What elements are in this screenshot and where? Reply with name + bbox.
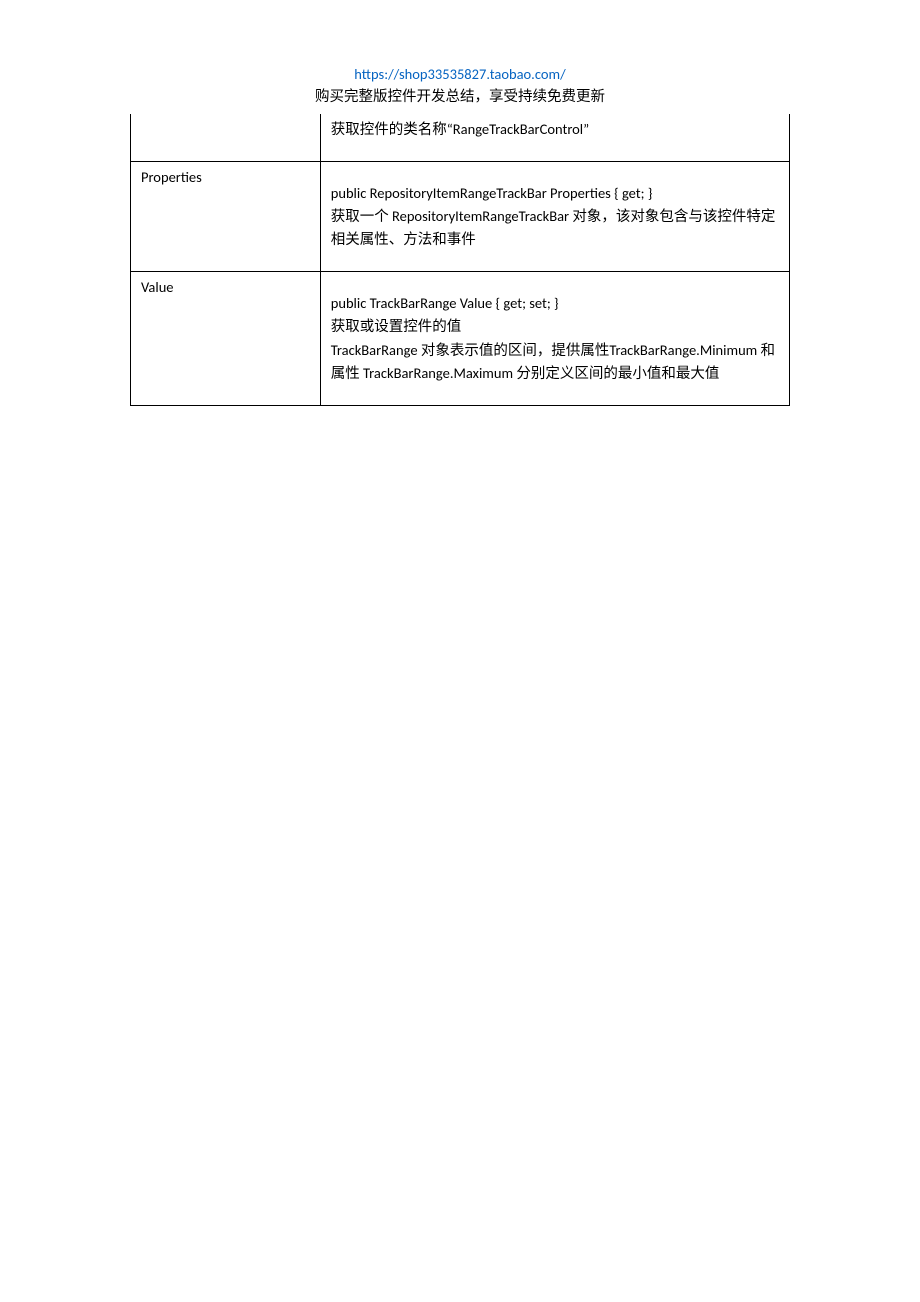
- member-desc-text: public TrackBarRange Value { get; set; }…: [331, 294, 775, 382]
- member-name-cell: Properties: [131, 161, 321, 272]
- member-desc-cell: public TrackBarRange Value { get; set; }…: [320, 272, 789, 406]
- member-name-cell: Value: [131, 272, 321, 406]
- table-row: Value public TrackBarRange Value { get; …: [131, 272, 790, 406]
- member-desc-cell: 获取控件的类名称“RangeTrackBarControl”: [320, 114, 789, 162]
- member-desc-cell: public RepositoryItemRangeTrackBar Prope…: [320, 161, 789, 272]
- member-desc-text: public RepositoryItemRangeTrackBar Prope…: [331, 184, 776, 248]
- member-name-cell: [131, 114, 321, 162]
- table-row: Properties public RepositoryItemRangeTra…: [131, 161, 790, 272]
- header-url: https://shop33535827.taobao.com/: [0, 64, 920, 86]
- header-tagline: 购买完整版控件开发总结，享受持续免费更新: [0, 86, 920, 108]
- api-table: 获取控件的类名称“RangeTrackBarControl” Propertie…: [130, 114, 790, 407]
- page-header: https://shop33535827.taobao.com/ 购买完整版控件…: [0, 64, 920, 108]
- table-row: 获取控件的类名称“RangeTrackBarControl”: [131, 114, 790, 162]
